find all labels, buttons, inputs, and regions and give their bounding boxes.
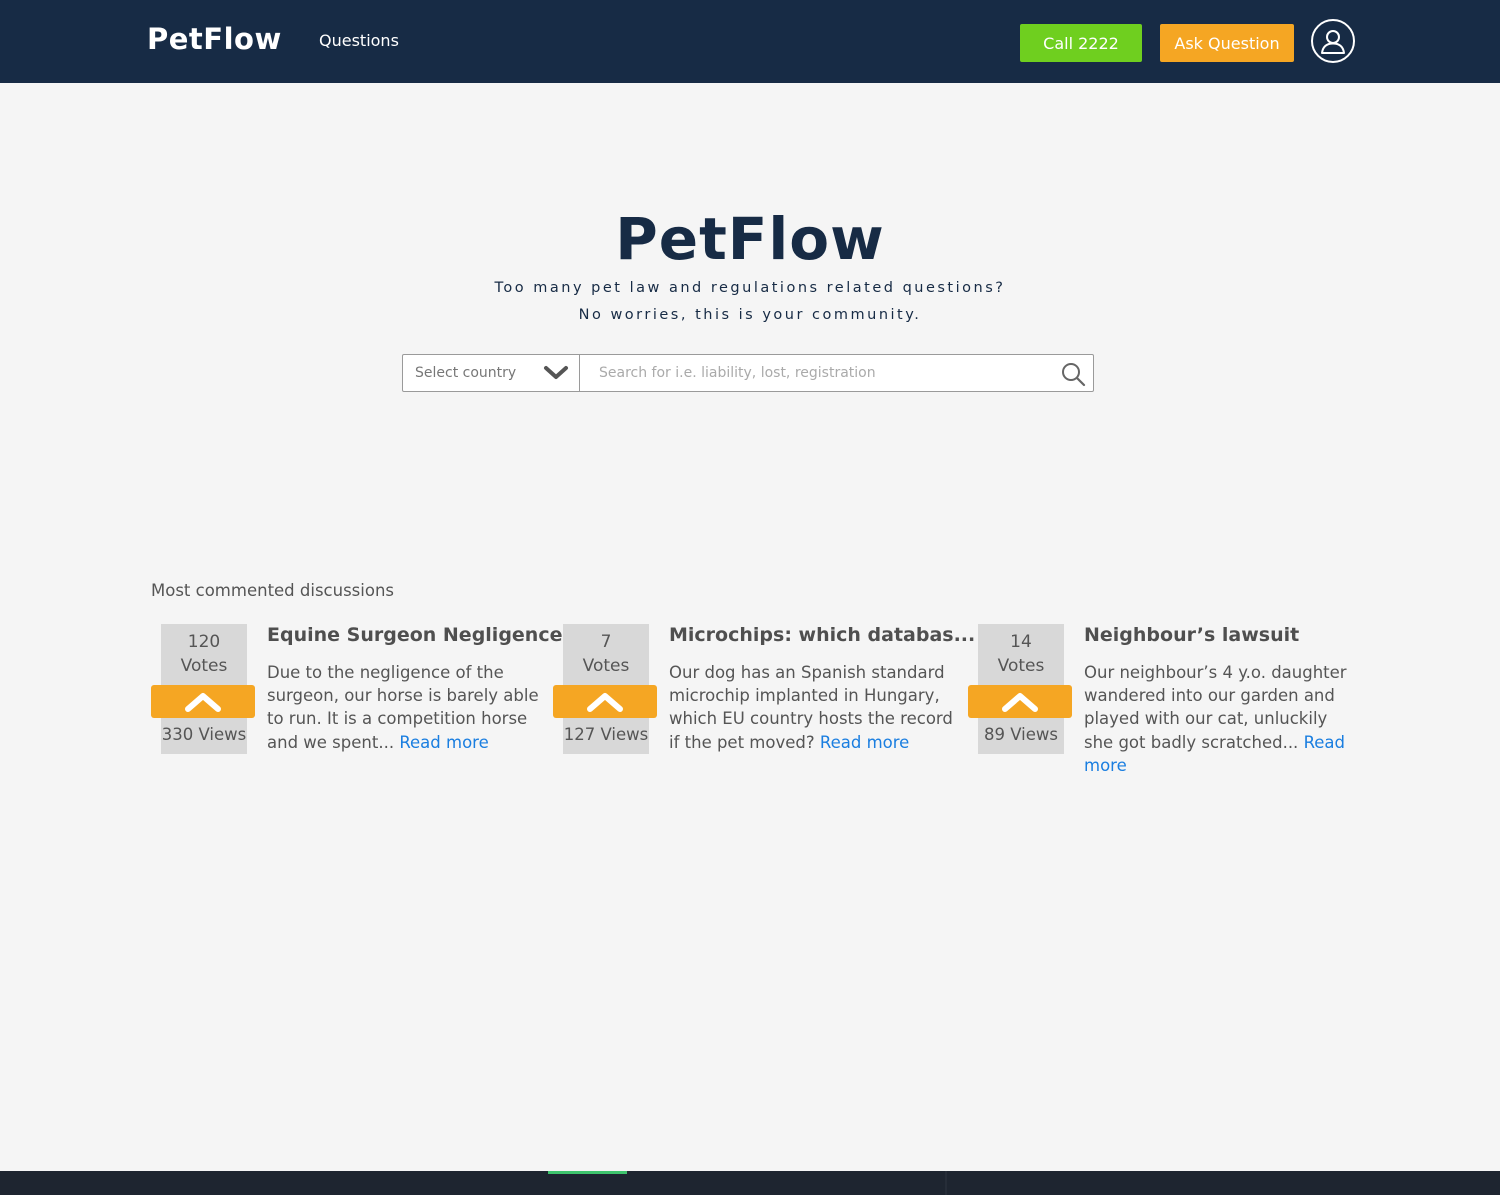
upvote-button[interactable]	[151, 685, 255, 718]
discussion-card: 120 Votes 330 Views Equine Surgeon Negli…	[151, 624, 562, 756]
read-more-link[interactable]: Read more	[399, 733, 488, 752]
upvote-button[interactable]	[968, 685, 1072, 718]
section-title: Most commented discussions	[151, 581, 395, 600]
excerpt-text: Our dog has an Spanish standard microchi…	[669, 663, 953, 752]
country-select[interactable]: Select country	[403, 355, 580, 391]
vote-label: Votes	[180, 656, 228, 676]
country-select-label: Select country	[415, 365, 517, 381]
vote-count: 7	[600, 632, 612, 652]
ask-question-button[interactable]: Ask Question	[1160, 24, 1294, 62]
chevron-down-icon	[544, 366, 568, 379]
discussion-title[interactable]: Neighbour’s lawsuit	[1084, 624, 1299, 646]
discussion-title[interactable]: Microchips: which databas...	[669, 624, 975, 646]
discussion-excerpt: Our dog has an Spanish standard microchi…	[669, 661, 954, 754]
chevron-up-icon	[587, 692, 623, 712]
upvote-button[interactable]	[553, 685, 657, 718]
brand-logo[interactable]: PetFlow	[147, 22, 282, 56]
call-button[interactable]: Call 2222	[1020, 24, 1142, 62]
vote-count: 120	[187, 632, 221, 652]
discussion-card: 14 Votes 89 Views Neighbour’s lawsuit Ou…	[968, 624, 1368, 775]
hero-subtitle-line2: No worries, this is your community.	[578, 307, 922, 323]
nav-link-questions[interactable]: Questions	[319, 31, 399, 50]
active-indicator	[548, 1171, 627, 1174]
bottom-divider	[945, 1171, 947, 1195]
discussion-excerpt: Our neighbour’s 4 y.o. daughter wandered…	[1084, 661, 1359, 777]
view-count: 89 Views	[984, 725, 1058, 744]
search-input[interactable]	[581, 355, 1051, 391]
chevron-up-icon	[185, 692, 221, 712]
discussion-card: 7 Votes 127 Views Microchips: which data…	[553, 624, 975, 756]
read-more-link[interactable]: Read more	[820, 733, 909, 752]
discussion-title[interactable]: Equine Surgeon Negligence	[267, 624, 562, 646]
chevron-up-icon	[1002, 692, 1038, 712]
hero-title: PetFlow	[615, 205, 885, 273]
vote-label: Votes	[997, 656, 1045, 676]
top-navbar: PetFlow Questions Call 2222 Ask Question	[0, 0, 1500, 83]
hero-subtitle-line1: Too many pet law and regulations related…	[494, 280, 1006, 296]
view-count: 330 Views	[161, 725, 247, 744]
vote-label: Votes	[582, 656, 630, 676]
search-bar: Select country	[402, 354, 1094, 392]
user-avatar-button[interactable]	[1311, 19, 1355, 63]
user-icon	[1321, 30, 1345, 54]
discussion-excerpt: Due to the negligence of the surgeon, ou…	[267, 661, 557, 754]
search-icon[interactable]	[1060, 361, 1086, 387]
view-count: 127 Views	[563, 725, 649, 744]
bottom-bar	[0, 1171, 1500, 1195]
vote-count: 14	[1010, 632, 1032, 652]
